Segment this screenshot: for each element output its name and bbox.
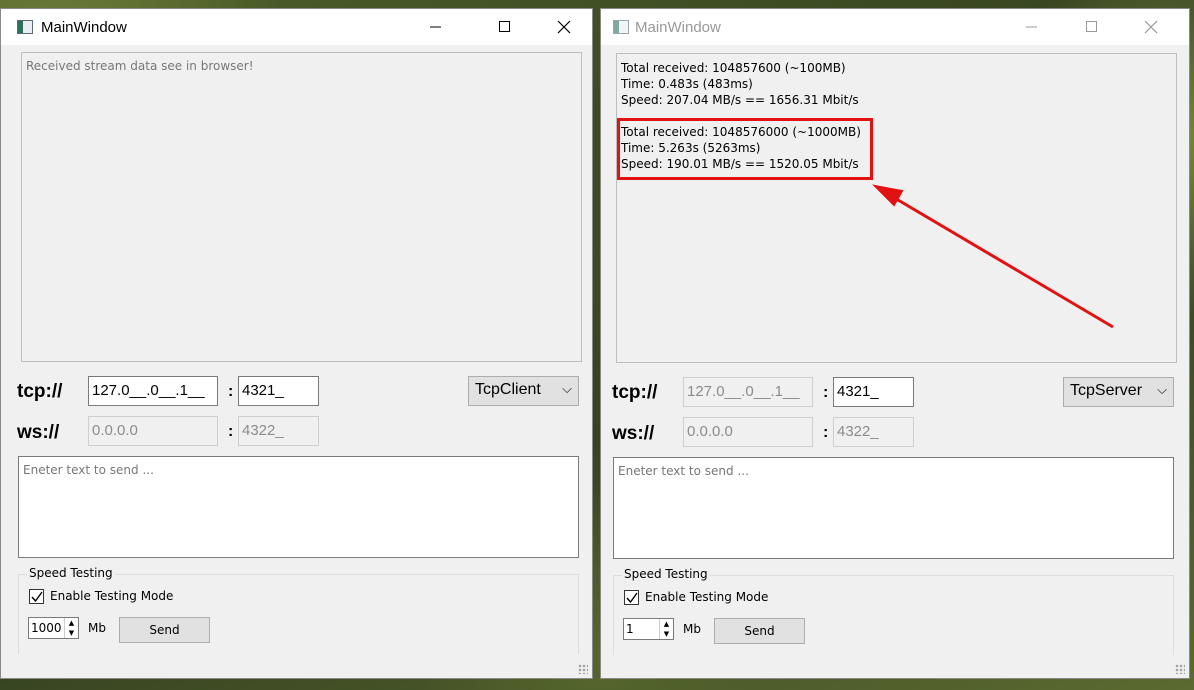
annotation-arrow-icon <box>872 184 1114 329</box>
